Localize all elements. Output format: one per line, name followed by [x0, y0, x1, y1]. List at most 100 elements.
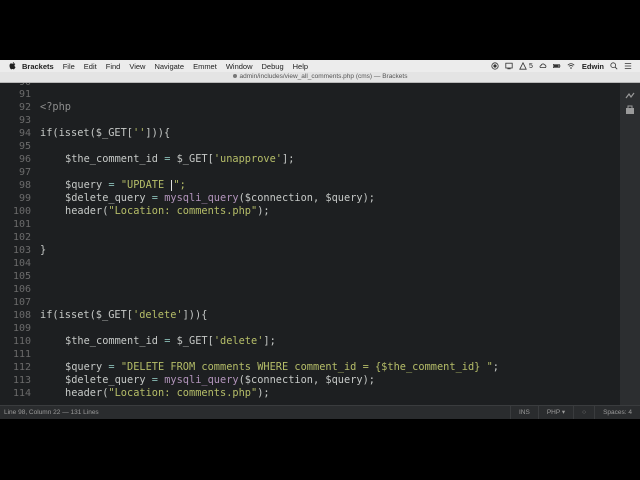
line-number: 96: [18, 154, 31, 165]
window-title: admin/includes/view_all_comments.php (cm…: [239, 73, 408, 80]
chevron-down-icon: ▾: [561, 409, 566, 416]
record-icon[interactable]: [491, 62, 499, 70]
code-token: ($connection, $query);: [238, 192, 375, 204]
code-line-94[interactable]: if(isset($_GET[''])){: [40, 127, 170, 139]
live-preview-icon[interactable]: [625, 91, 635, 101]
code-line-99[interactable]: $delete_query = mysqli_query($connection…: [65, 192, 375, 204]
code-function: mysqli_query: [164, 374, 239, 386]
line-number: 98: [18, 180, 31, 191]
line-number: 114: [12, 388, 31, 399]
code-token: }: [40, 244, 47, 256]
code-line-92[interactable]: <?php: [40, 101, 71, 113]
code-token: $delete_query: [65, 192, 152, 204]
line-number: 113: [12, 375, 31, 386]
menu-debug[interactable]: Debug: [262, 62, 284, 71]
line-number: 94: [18, 128, 31, 139]
menu-file[interactable]: File: [63, 62, 75, 71]
code-line-114[interactable]: header("Location: comments.php");: [65, 387, 270, 399]
cursor-position: Line 98, Column 22 — 131 Lines: [4, 409, 99, 416]
menu-help[interactable]: Help: [293, 62, 308, 71]
user-name[interactable]: Edwin: [582, 62, 604, 71]
code-line-96[interactable]: $the_comment_id = $_GET['unapprove'];: [65, 153, 294, 165]
lint-status-icon[interactable]: ○: [573, 406, 594, 419]
code-token: ];: [263, 335, 276, 347]
code-string: 'delete': [213, 335, 264, 347]
search-icon[interactable]: [610, 62, 618, 70]
code-line-110[interactable]: $the_comment_id = $_GET['delete'];: [65, 335, 276, 347]
line-number: 112: [12, 362, 31, 373]
line-number: 107: [12, 297, 31, 308]
line-number: 99: [18, 193, 31, 204]
menu-window[interactable]: Window: [226, 62, 253, 71]
code-string: 'delete': [133, 309, 183, 321]
code-string: "UPDATE: [120, 179, 171, 191]
code-string: ";: [173, 179, 186, 191]
code-token: $delete_query: [65, 374, 152, 386]
code-string: 'unapprove': [213, 153, 283, 165]
line-number: 102: [12, 232, 31, 243]
code-string: "Location: comments.php": [108, 387, 258, 399]
code-string: "DELETE FROM comments WHERE comment_id =…: [120, 361, 493, 373]
code-line-100[interactable]: header("Location: comments.php");: [65, 205, 270, 217]
code-line-112[interactable]: $query = "DELETE FROM comments WHERE com…: [65, 361, 499, 373]
code-token: $_GET[: [170, 335, 214, 347]
line-number: 90: [0, 83, 31, 88]
adobe-icon[interactable]: [519, 62, 527, 70]
line-number: 111: [12, 349, 31, 360]
line-number: 100: [12, 206, 31, 217]
code-token: $the_comment_id: [65, 153, 165, 165]
line-number: 110: [12, 336, 31, 347]
line-number: 97: [18, 167, 31, 178]
code-token: ;: [492, 361, 499, 373]
code-operator: =: [108, 361, 115, 373]
code-token: header(: [65, 387, 109, 399]
insert-mode-toggle[interactable]: INS: [509, 406, 538, 419]
code-line-113[interactable]: $delete_query = mysqli_query($connection…: [65, 374, 375, 386]
code-operator: =: [151, 192, 158, 204]
menu-navigate[interactable]: Navigate: [154, 62, 184, 71]
code-token: ($connection, $query);: [238, 374, 375, 386]
code-line-98[interactable]: $query = "UPDATE ";: [65, 179, 186, 191]
code-token: ])){: [145, 127, 171, 139]
list-icon[interactable]: [624, 62, 632, 70]
line-number: 108: [12, 310, 31, 321]
cloud-icon[interactable]: [539, 62, 547, 70]
php-open-tag: <?php: [40, 101, 71, 113]
code-string: '': [133, 127, 146, 139]
menu-emmet[interactable]: Emmet: [193, 62, 217, 71]
battery-icon[interactable]: [552, 62, 561, 70]
status-bar: Line 98, Column 22 — 131 Lines INS PHP ▾…: [0, 405, 640, 419]
code-token: ];: [282, 153, 295, 165]
code-token: );: [257, 205, 270, 217]
menu-view[interactable]: View: [129, 62, 145, 71]
code-token: header(: [65, 205, 109, 217]
window-title-bar: admin/includes/view_all_comments.php (cm…: [0, 72, 640, 83]
menu-edit[interactable]: Edit: [84, 62, 97, 71]
screen: Brackets File Edit Find View Navigate Em…: [0, 60, 640, 419]
code-function: mysqli_query: [164, 192, 239, 204]
code-editor[interactable]: 90 91 92 93 94 95 96 97 98 99 100 101 10…: [0, 83, 620, 405]
code-token: $_GET[: [170, 153, 214, 165]
line-number: 106: [12, 284, 31, 295]
right-toolbar: [620, 83, 640, 405]
status-count: 5: [529, 62, 533, 70]
code-token: if(isset($_GET[: [40, 127, 133, 139]
line-number-gutter: 90 91 92 93 94 95 96 97 98 99 100 101 10…: [0, 83, 34, 405]
code-token: $the_comment_id: [65, 335, 165, 347]
menu-find[interactable]: Find: [106, 62, 121, 71]
line-number: 104: [12, 258, 31, 269]
indent-spaces[interactable]: Spaces: 4: [594, 406, 640, 419]
unsaved-dot-icon: [232, 74, 237, 79]
line-number: 91: [18, 89, 31, 100]
monitor-icon[interactable]: [505, 62, 513, 70]
wifi-icon[interactable]: [567, 62, 575, 70]
code-line-103[interactable]: }: [40, 244, 46, 256]
menu-brackets[interactable]: Brackets: [22, 62, 54, 71]
code-line-108[interactable]: if(isset($_GET['delete'])){: [40, 309, 207, 321]
line-number: 103: [12, 245, 31, 256]
language-select[interactable]: PHP ▾: [537, 406, 573, 419]
apple-icon[interactable]: [9, 62, 16, 70]
extension-manager-icon[interactable]: [625, 105, 635, 115]
code-token: $query: [65, 361, 109, 373]
line-number: 93: [18, 115, 31, 126]
